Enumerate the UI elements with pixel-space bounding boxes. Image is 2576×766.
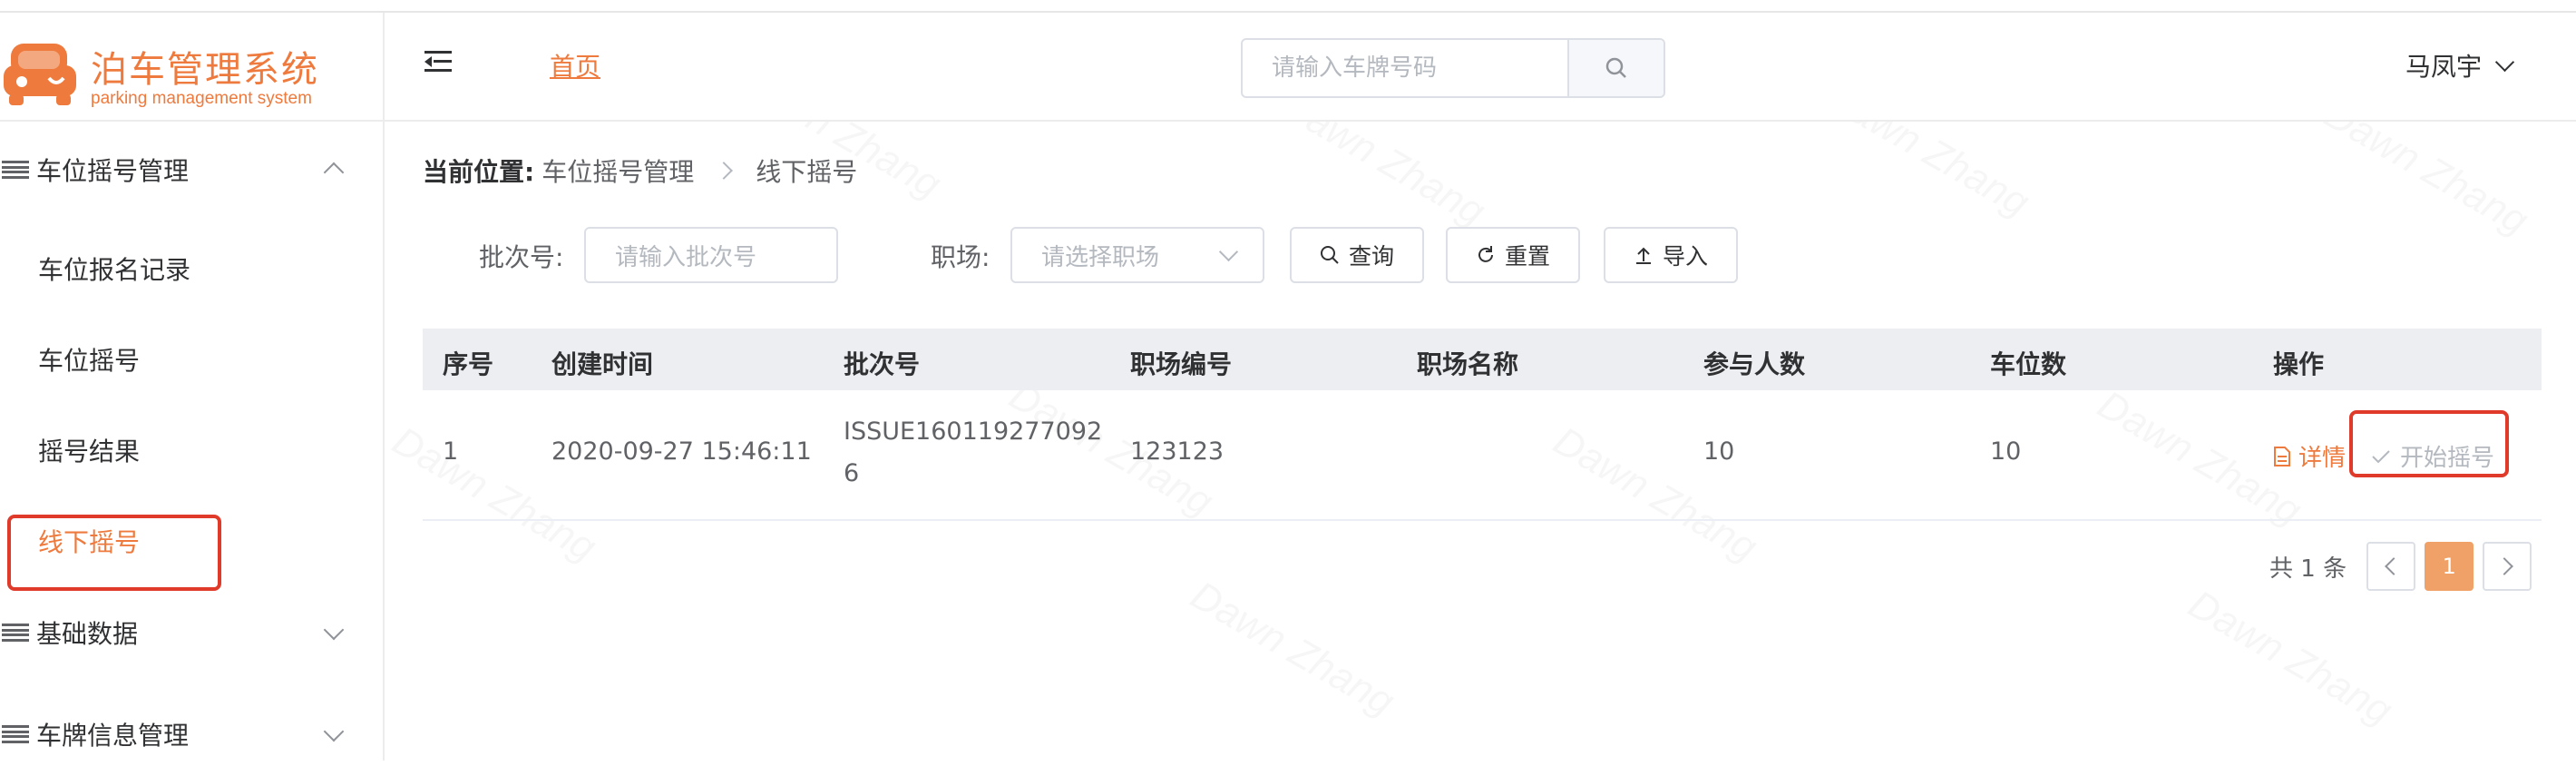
- user-menu[interactable]: 马凤宇: [2405, 47, 2515, 83]
- home-link[interactable]: 首页: [550, 47, 600, 83]
- reset-button-label: 重置: [1504, 243, 1550, 270]
- column-header: 车位数: [1990, 349, 2067, 379]
- batch-placeholder: 请输入批次号: [615, 243, 757, 271]
- chevron-right-icon: [2495, 557, 2513, 575]
- page-button-current[interactable]: 1: [2425, 542, 2474, 591]
- sidebar: 泊车管理系统 parking management system 车位摇号管理 …: [0, 11, 385, 761]
- list-icon: [2, 725, 29, 743]
- lottery-table: 序号 创建时间 批次号 职场编号 职场名称 参与人数 车位数 操作 1 2020…: [423, 329, 2542, 521]
- column-header: 操作: [2273, 349, 2325, 379]
- column-header: 职场编号: [1130, 349, 1233, 379]
- cell-venue-code: 123123: [1130, 437, 1225, 466]
- venue-label: 职场:: [931, 242, 990, 272]
- table-row: 1 2020-09-27 15:46:11 ISSUE160119277092 …: [423, 390, 2542, 521]
- cell-batch-line1: ISSUE160119277092: [844, 417, 1103, 446]
- document-icon: [2274, 446, 2290, 466]
- sidebar-divider: [0, 120, 383, 122]
- chevron-right-icon: [715, 162, 734, 180]
- top-header: 首页 马凤宇: [385, 11, 2576, 122]
- sidebar-group-label: 车牌信息管理: [36, 721, 190, 751]
- column-header: 创建时间: [551, 349, 654, 379]
- reset-button[interactable]: 重置: [1446, 227, 1580, 283]
- sidebar-group-basic-data[interactable]: 基础数据: [0, 601, 383, 664]
- breadcrumb-item[interactable]: 车位摇号管理: [542, 152, 694, 189]
- cell-created-at: 2020-09-27 15:46:11: [551, 437, 812, 466]
- list-icon: [2, 161, 29, 179]
- search-icon: [1605, 57, 1626, 78]
- prev-page-button[interactable]: [2366, 542, 2416, 591]
- detail-button[interactable]: 详情: [2273, 439, 2346, 473]
- sidebar-item-lottery[interactable]: 车位摇号: [38, 341, 140, 378]
- brand-logo[interactable]: 泊车管理系统 parking management system: [0, 31, 383, 120]
- next-page-button[interactable]: [2483, 542, 2532, 591]
- sidebar-group-label: 基础数据: [36, 619, 139, 649]
- chevron-down-icon: [2494, 52, 2515, 72]
- sidebar-item-lottery-results[interactable]: 摇号结果: [38, 432, 140, 468]
- sidebar-group-plate-info[interactable]: 车牌信息管理: [0, 702, 383, 766]
- breadcrumb-prefix: 当前位置:: [423, 157, 535, 187]
- cell-participants: 10: [1703, 437, 1735, 466]
- menu-fold-icon[interactable]: [424, 51, 452, 73]
- sidebar-group-label: 车位摇号管理: [36, 156, 190, 186]
- query-button[interactable]: 查询: [1290, 227, 1424, 283]
- plate-search: [1241, 38, 1665, 98]
- chevron-down-icon: [323, 721, 345, 742]
- chevron-up-icon: [323, 162, 345, 183]
- batch-label: 批次号:: [479, 242, 564, 272]
- import-button-label: 导入: [1662, 243, 1708, 270]
- table-header: 序号 创建时间 批次号 职场编号 职场名称 参与人数 车位数 操作: [423, 329, 2542, 390]
- highlight-box: [2349, 410, 2509, 477]
- car-logo-icon: [4, 44, 76, 105]
- column-header: 参与人数: [1703, 349, 1806, 379]
- breadcrumb: 当前位置: 车位摇号管理 线下摇号: [423, 152, 857, 189]
- user-name: 马凤宇: [2405, 52, 2483, 82]
- search-button[interactable]: [1567, 40, 1664, 96]
- top-border: [0, 0, 2576, 13]
- chevron-down-icon: [1218, 241, 1239, 262]
- list-icon: [2, 624, 29, 642]
- detail-button-label: 详情: [2298, 445, 2347, 472]
- venue-select[interactable]: 请选择职场: [1010, 227, 1264, 283]
- pagination-total: 共 1 条: [2269, 555, 2347, 583]
- upload-icon: [1635, 247, 1651, 264]
- refresh-icon: [1478, 246, 1493, 262]
- import-button[interactable]: 导入: [1604, 227, 1738, 283]
- chevron-down-icon: [323, 619, 345, 641]
- breadcrumb-item: 线下摇号: [756, 157, 858, 187]
- column-header: 序号: [443, 349, 494, 379]
- brand-title: 泊车管理系统: [91, 49, 319, 91]
- chevron-left-icon: [2385, 557, 2403, 575]
- column-header: 批次号: [844, 349, 921, 379]
- brand-subtitle: parking management system: [91, 89, 312, 108]
- cell-batch-line2: 6: [844, 459, 860, 487]
- query-button-label: 查询: [1348, 243, 1394, 270]
- column-header: 职场名称: [1417, 349, 1519, 379]
- main-content: 当前位置: 车位摇号管理 线下摇号 批次号: 请输入批次号 职场: 请选择职场 …: [385, 120, 2576, 761]
- search-icon: [1320, 246, 1339, 264]
- plate-search-input[interactable]: [1243, 40, 1567, 96]
- cell-spots: 10: [1990, 437, 2022, 466]
- batch-input[interactable]: 请输入批次号: [584, 227, 838, 283]
- highlight-box: [7, 515, 221, 591]
- sidebar-group-lottery[interactable]: 车位摇号管理: [0, 138, 383, 201]
- cell-index: 1: [443, 437, 459, 466]
- sidebar-item-signup-records[interactable]: 车位报名记录: [38, 250, 190, 287]
- pagination: 共 1 条 1: [2269, 541, 2541, 592]
- venue-placeholder: 请选择职场: [1041, 243, 1160, 271]
